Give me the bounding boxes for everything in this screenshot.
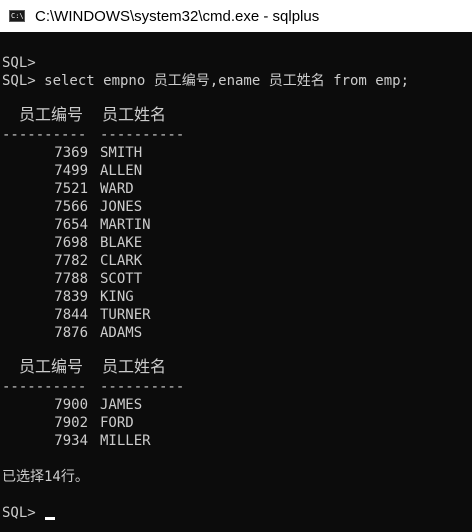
row-empno: 7499 bbox=[54, 163, 88, 179]
cmd-window: C:\ C:\WINDOWS\system32\cmd.exe - sqlplu… bbox=[0, 0, 472, 532]
row-ename: TURNER bbox=[100, 307, 151, 323]
column-header-ename: 员工姓名 bbox=[102, 107, 167, 124]
row-ename: JAMES bbox=[100, 397, 143, 413]
result-count-message: 已选择14行。 bbox=[2, 469, 89, 485]
sql-command-line: SQL> select empno 员工编号,ename 员工姓名 from e… bbox=[2, 73, 410, 89]
row-empno: 7698 bbox=[54, 235, 88, 251]
row-ename: CLARK bbox=[100, 253, 143, 269]
column-separator-ename: ---------- bbox=[100, 127, 185, 143]
row-empno: 7900 bbox=[54, 397, 88, 413]
row-empno: 7876 bbox=[54, 325, 88, 341]
row-empno: 7521 bbox=[54, 181, 88, 197]
row-ename: ADAMS bbox=[100, 325, 143, 341]
row-empno: 7844 bbox=[54, 307, 88, 323]
row-ename: WARD bbox=[100, 181, 134, 197]
column-separator-empno: ---------- bbox=[2, 379, 87, 395]
row-ename: FORD bbox=[100, 415, 134, 431]
row-empno: 7788 bbox=[54, 271, 88, 287]
column-header-empno: 员工编号 bbox=[19, 107, 84, 124]
column-header-empno: 员工编号 bbox=[19, 359, 84, 376]
row-ename: MILLER bbox=[100, 433, 151, 449]
row-empno: 7902 bbox=[54, 415, 88, 431]
cmd-console-icon: C:\ bbox=[9, 10, 25, 22]
title-bar[interactable]: C:\ C:\WINDOWS\system32\cmd.exe - sqlplu… bbox=[0, 0, 472, 32]
row-ename: ALLEN bbox=[100, 163, 143, 179]
row-empno: 7654 bbox=[54, 217, 88, 233]
text-cursor bbox=[45, 517, 55, 520]
column-separator-empno: ---------- bbox=[2, 127, 87, 143]
row-ename: SCOTT bbox=[100, 271, 143, 287]
row-empno: 7934 bbox=[54, 433, 88, 449]
row-empno: 7369 bbox=[54, 145, 88, 161]
row-empno: 7839 bbox=[54, 289, 88, 305]
column-separator-ename: ---------- bbox=[100, 379, 185, 395]
row-ename: MARTIN bbox=[100, 217, 151, 233]
row-ename: BLAKE bbox=[100, 235, 143, 251]
console-output[interactable]: SQL> SQL> select empno 员工编号,ename 员工姓名 f… bbox=[0, 46, 472, 532]
row-ename: SMITH bbox=[100, 145, 143, 161]
sql-input-prompt: SQL> bbox=[2, 505, 36, 521]
row-ename: JONES bbox=[100, 199, 143, 215]
row-empno: 7782 bbox=[54, 253, 88, 269]
window-title: C:\WINDOWS\system32\cmd.exe - sqlplus bbox=[35, 7, 320, 25]
column-header-ename: 员工姓名 bbox=[102, 359, 167, 376]
row-empno: 7566 bbox=[54, 199, 88, 215]
row-ename: KING bbox=[100, 289, 134, 305]
sql-prompt-line: SQL> bbox=[2, 55, 36, 71]
